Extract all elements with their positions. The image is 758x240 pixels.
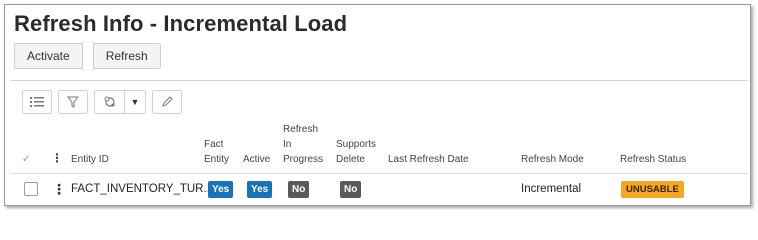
row-menu-icon[interactable]: ⋮	[52, 182, 66, 196]
table-row[interactable]: ⋮ FACT_INVENTORY_TUR... Yes Yes No No In…	[10, 174, 748, 206]
row-checkbox[interactable]	[24, 182, 38, 196]
column-header-supports-delete[interactable]: Supports Delete	[336, 137, 376, 167]
activate-button[interactable]: Activate	[14, 43, 83, 69]
cell-refresh-status-badge: UNUSABLE	[621, 181, 684, 198]
column-header-last-refresh-date[interactable]: Last Refresh Date	[388, 152, 469, 167]
group-by-main[interactable]	[95, 91, 125, 113]
column-header-entity-id[interactable]: Entity ID	[71, 152, 109, 167]
select-all-checkmark[interactable]: ✓	[22, 152, 30, 167]
section-divider	[10, 80, 748, 81]
list-view-button[interactable]	[22, 90, 52, 114]
column-header-active[interactable]: Active	[243, 152, 270, 167]
column-header-refresh-mode[interactable]: Refresh Mode	[521, 152, 584, 167]
column-header-fact-entity[interactable]: Fact Entity	[204, 137, 229, 167]
group-by-button[interactable]: ▼	[94, 90, 146, 114]
group-by-dropdown[interactable]: ▼	[125, 91, 145, 113]
cell-refresh-mode: Incremental	[521, 183, 582, 195]
edit-button[interactable]	[152, 90, 182, 114]
command-bar: Activate Refresh	[14, 43, 161, 69]
grid-toolbar: ▼	[22, 90, 182, 114]
cell-fact-entity-badge: Yes	[208, 181, 234, 198]
cell-supports-delete-badge: No	[340, 181, 362, 198]
column-header-refresh-status[interactable]: Refresh Status	[620, 152, 686, 167]
refresh-info-panel: Refresh Info - Incremental Load Activate…	[4, 4, 751, 206]
page-title: Refresh Info - Incremental Load	[14, 11, 348, 36]
cell-refresh-in-progress-badge: No	[288, 181, 310, 198]
column-options-icon[interactable]: ⋮	[51, 151, 63, 166]
group-icon	[104, 96, 115, 107]
list-icon	[30, 97, 44, 107]
filter-icon	[67, 96, 79, 108]
chevron-down-icon: ▼	[130, 97, 140, 107]
cell-entity-id: FACT_INVENTORY_TUR...	[71, 183, 214, 195]
refresh-button[interactable]: Refresh	[92, 43, 161, 69]
column-header-refresh-in-progress[interactable]: Refresh In Progress	[283, 122, 323, 167]
filter-button[interactable]	[58, 90, 88, 114]
cell-active-badge: Yes	[247, 181, 273, 198]
edit-icon	[162, 96, 173, 107]
